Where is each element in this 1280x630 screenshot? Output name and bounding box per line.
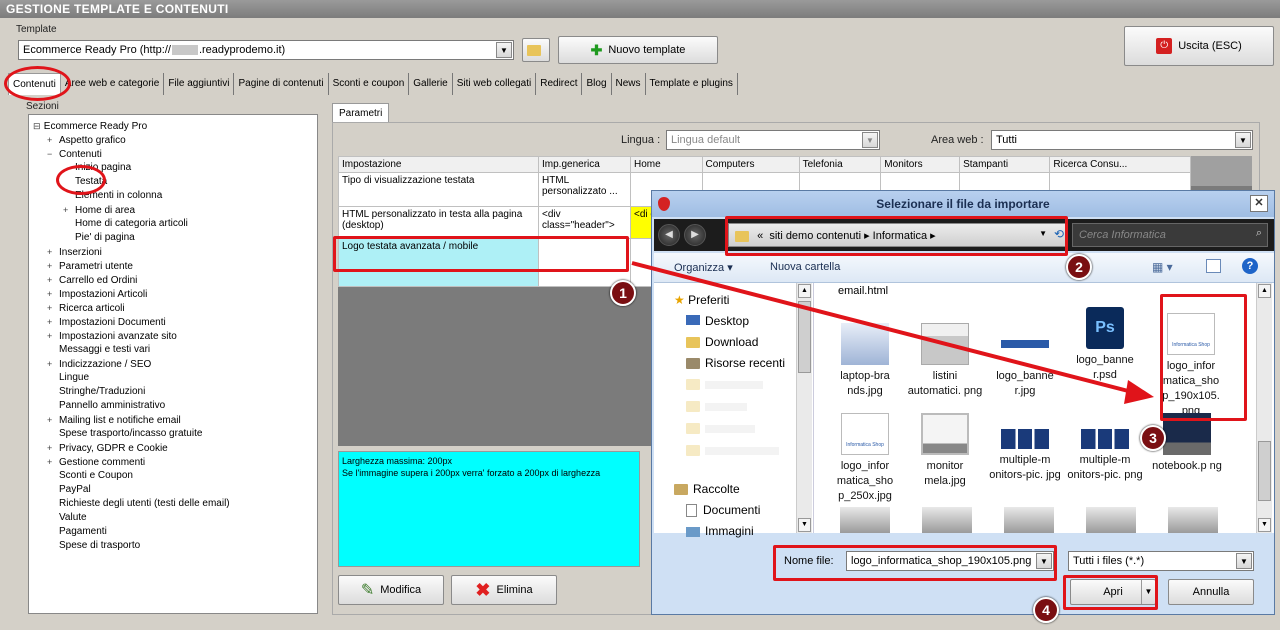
step-badge-1: 1 (610, 280, 636, 306)
step-badge-4: 4 (1033, 597, 1059, 623)
step-badge-3: 3 (1140, 425, 1166, 451)
annotation-arrow (631, 261, 1154, 404)
step-badge-2: 2 (1066, 254, 1092, 280)
